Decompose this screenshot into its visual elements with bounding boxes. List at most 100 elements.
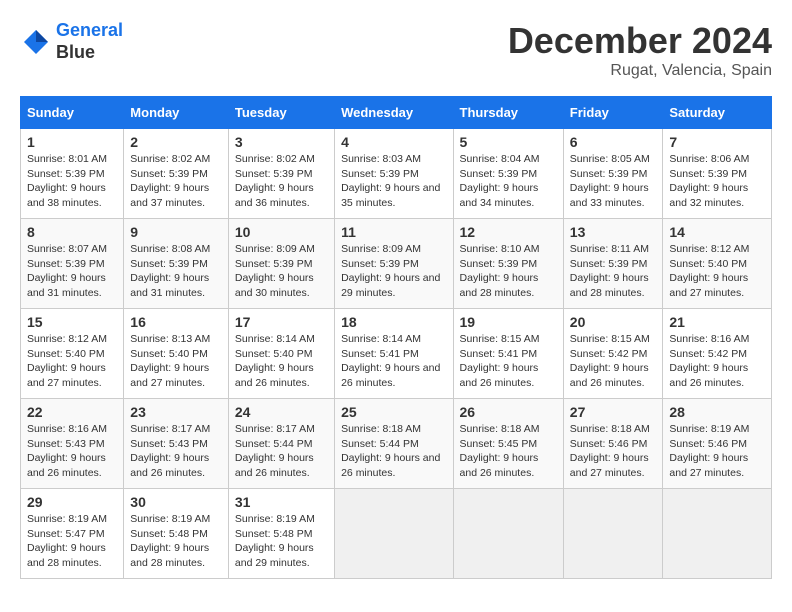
calendar-cell (335, 489, 453, 579)
day-info: Sunrise: 8:02 AMSunset: 5:39 PMDaylight:… (235, 152, 328, 211)
day-info: Sunrise: 8:11 AMSunset: 5:39 PMDaylight:… (570, 242, 657, 301)
calendar-cell: 9 Sunrise: 8:08 AMSunset: 5:39 PMDaylight… (124, 219, 229, 309)
calendar-cell: 19 Sunrise: 8:15 AMSunset: 5:41 PMDayligh… (453, 309, 563, 399)
calendar-cell: 5Sunrise: 8:04 AMSunset: 5:39 PMDaylight… (453, 129, 563, 219)
calendar-cell: 4Sunrise: 8:03 AMSunset: 5:39 PMDaylight… (335, 129, 453, 219)
day-number: 9 (130, 224, 222, 240)
calendar-cell: 27Sunrise: 8:18 AMSunset: 5:46 PMDayligh… (563, 399, 663, 489)
calendar-week-row: 8 Sunrise: 8:07 AMSunset: 5:39 PMDaylight… (21, 219, 772, 309)
day-number: 18 (341, 314, 446, 330)
day-number: 16 (130, 314, 222, 330)
calendar-cell: 22 Sunrise: 8:16 AMSunset: 5:43 PMDayligh… (21, 399, 124, 489)
day-info: Sunrise: 8:19 AMSunset: 5:46 PMDaylight:… (669, 422, 765, 481)
day-number: 8 (27, 224, 117, 240)
day-number: 17 (235, 314, 328, 330)
calendar-cell: 16 Sunrise: 8:13 AMSunset: 5:40 PMDayligh… (124, 309, 229, 399)
title-area: December 2024 Rugat, Valencia, Spain (508, 20, 772, 80)
day-info: Sunrise: 8:18 AMSunset: 5:44 PMDaylight:… (341, 422, 446, 481)
calendar-cell: 17 Sunrise: 8:14 AMSunset: 5:40 PMDayligh… (228, 309, 334, 399)
weekday-header-monday: Monday (124, 97, 229, 129)
day-info: Sunrise: 8:15 AMSunset: 5:41 PMDaylight:… (460, 332, 557, 391)
month-title: December 2024 (508, 20, 772, 62)
day-info: Sunrise: 8:12 AMSunset: 5:40 PMDaylight:… (27, 332, 117, 391)
weekday-header-friday: Friday (563, 97, 663, 129)
day-number: 27 (570, 404, 657, 420)
day-number: 3 (235, 134, 328, 150)
day-info: Sunrise: 8:15 AMSunset: 5:42 PMDaylight:… (570, 332, 657, 391)
calendar-cell: 29 Sunrise: 8:19 AMSunset: 5:47 PMDayligh… (21, 489, 124, 579)
day-info: Sunrise: 8:14 AMSunset: 5:40 PMDaylight:… (235, 332, 328, 391)
logo-text: General Blue (56, 20, 123, 63)
day-number: 22 (27, 404, 117, 420)
day-info: Sunrise: 8:19 AMSunset: 5:47 PMDaylight:… (27, 512, 117, 571)
day-info: Sunrise: 8:04 AMSunset: 5:39 PMDaylight:… (460, 152, 557, 211)
calendar-cell: 14Sunrise: 8:12 AMSunset: 5:40 PMDayligh… (663, 219, 772, 309)
day-info: Sunrise: 8:13 AMSunset: 5:40 PMDaylight:… (130, 332, 222, 391)
day-number: 21 (669, 314, 765, 330)
logo: General Blue (20, 20, 123, 63)
weekday-header-thursday: Thursday (453, 97, 563, 129)
day-info: Sunrise: 8:16 AMSunset: 5:43 PMDaylight:… (27, 422, 117, 481)
calendar-cell: 20 Sunrise: 8:15 AMSunset: 5:42 PMDayligh… (563, 309, 663, 399)
day-info: Sunrise: 8:09 AMSunset: 5:39 PMDaylight:… (341, 242, 446, 301)
day-number: 14 (669, 224, 765, 240)
calendar-cell: 21 Sunrise: 8:16 AMSunset: 5:42 PMDayligh… (663, 309, 772, 399)
calendar-cell: 24 Sunrise: 8:17 AMSunset: 5:44 PMDayligh… (228, 399, 334, 489)
day-number: 23 (130, 404, 222, 420)
calendar-week-row: 22 Sunrise: 8:16 AMSunset: 5:43 PMDayligh… (21, 399, 772, 489)
day-info: Sunrise: 8:07 AMSunset: 5:39 PMDaylight:… (27, 242, 117, 301)
calendar-cell: 30Sunrise: 8:19 AMSunset: 5:48 PMDayligh… (124, 489, 229, 579)
day-info: Sunrise: 8:08 AMSunset: 5:39 PMDaylight:… (130, 242, 222, 301)
day-number: 19 (460, 314, 557, 330)
weekday-header-sunday: Sunday (21, 97, 124, 129)
day-number: 12 (460, 224, 557, 240)
calendar-week-row: 1 Sunrise: 8:01 AMSunset: 5:39 PMDaylight… (21, 129, 772, 219)
weekday-header-tuesday: Tuesday (228, 97, 334, 129)
day-number: 4 (341, 134, 446, 150)
day-number: 7 (669, 134, 765, 150)
calendar-cell: 8 Sunrise: 8:07 AMSunset: 5:39 PMDaylight… (21, 219, 124, 309)
calendar-table: SundayMondayTuesdayWednesdayThursdayFrid… (20, 96, 772, 579)
calendar-week-row: 15 Sunrise: 8:12 AMSunset: 5:40 PMDayligh… (21, 309, 772, 399)
weekday-header-saturday: Saturday (663, 97, 772, 129)
calendar-cell: 26Sunrise: 8:18 AMSunset: 5:45 PMDayligh… (453, 399, 563, 489)
calendar-cell: 1 Sunrise: 8:01 AMSunset: 5:39 PMDaylight… (21, 129, 124, 219)
calendar-cell (453, 489, 563, 579)
day-number: 20 (570, 314, 657, 330)
day-number: 1 (27, 134, 117, 150)
calendar-week-row: 29 Sunrise: 8:19 AMSunset: 5:47 PMDayligh… (21, 489, 772, 579)
calendar-cell: 10 Sunrise: 8:09 AMSunset: 5:39 PMDayligh… (228, 219, 334, 309)
calendar-cell: 28 Sunrise: 8:19 AMSunset: 5:46 PMDayligh… (663, 399, 772, 489)
day-number: 11 (341, 224, 446, 240)
calendar-cell: 2 Sunrise: 8:02 AMSunset: 5:39 PMDaylight… (124, 129, 229, 219)
day-info: Sunrise: 8:06 AMSunset: 5:39 PMDaylight:… (669, 152, 765, 211)
day-info: Sunrise: 8:05 AMSunset: 5:39 PMDaylight:… (570, 152, 657, 211)
day-number: 28 (669, 404, 765, 420)
location-subtitle: Rugat, Valencia, Spain (508, 62, 772, 80)
day-info: Sunrise: 8:02 AMSunset: 5:39 PMDaylight:… (130, 152, 222, 211)
day-number: 10 (235, 224, 328, 240)
day-info: Sunrise: 8:01 AMSunset: 5:39 PMDaylight:… (27, 152, 117, 211)
calendar-cell: 7 Sunrise: 8:06 AMSunset: 5:39 PMDaylight… (663, 129, 772, 219)
day-info: Sunrise: 8:16 AMSunset: 5:42 PMDaylight:… (669, 332, 765, 391)
calendar-cell: 13Sunrise: 8:11 AMSunset: 5:39 PMDayligh… (563, 219, 663, 309)
header: General Blue December 2024 Rugat, Valenc… (20, 20, 772, 80)
calendar-cell (663, 489, 772, 579)
day-info: Sunrise: 8:17 AMSunset: 5:44 PMDaylight:… (235, 422, 328, 481)
calendar-cell: 12 Sunrise: 8:10 AMSunset: 5:39 PMDayligh… (453, 219, 563, 309)
day-info: Sunrise: 8:17 AMSunset: 5:43 PMDaylight:… (130, 422, 222, 481)
day-number: 29 (27, 494, 117, 510)
day-number: 31 (235, 494, 328, 510)
day-number: 6 (570, 134, 657, 150)
weekday-header-wednesday: Wednesday (335, 97, 453, 129)
day-number: 15 (27, 314, 117, 330)
day-info: Sunrise: 8:10 AMSunset: 5:39 PMDaylight:… (460, 242, 557, 301)
logo-icon (20, 26, 52, 58)
day-info: Sunrise: 8:09 AMSunset: 5:39 PMDaylight:… (235, 242, 328, 301)
calendar-cell: 15 Sunrise: 8:12 AMSunset: 5:40 PMDayligh… (21, 309, 124, 399)
day-number: 2 (130, 134, 222, 150)
calendar-cell: 25Sunrise: 8:18 AMSunset: 5:44 PMDayligh… (335, 399, 453, 489)
calendar-cell: 6 Sunrise: 8:05 AMSunset: 5:39 PMDaylight… (563, 129, 663, 219)
day-number: 24 (235, 404, 328, 420)
calendar-cell (563, 489, 663, 579)
